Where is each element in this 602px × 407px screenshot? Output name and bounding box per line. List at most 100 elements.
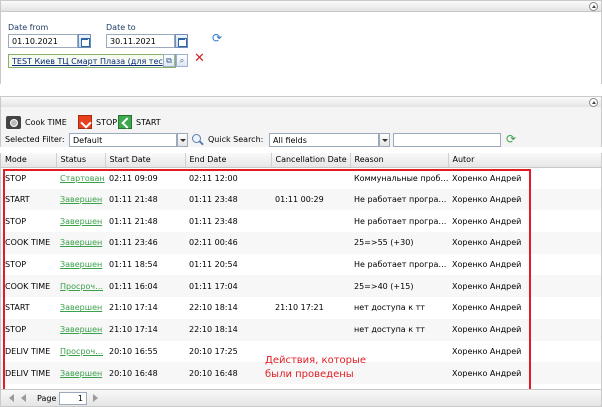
cell-reason: 25=>55 (+30) [350, 232, 448, 254]
cell-status-link[interactable]: Стартован [56, 167, 105, 189]
start-label: START [136, 117, 161, 127]
stop-button[interactable]: STOP [78, 115, 117, 129]
collapse-grid-icon[interactable] [589, 98, 598, 107]
cell-start-date: 01:11 23:46 [105, 232, 185, 254]
cell-mode: DELIV TIME [5, 346, 51, 356]
cell-autor: Хоренко Андрей [448, 362, 601, 384]
table-row[interactable]: STOP Стартован 02:11 09:09 02:11 12:00 К… [1, 167, 601, 189]
cell-mode: STOP [5, 260, 27, 270]
cell-cancellation-date: 21:10 17:21 [275, 303, 324, 313]
prev-page-icon[interactable] [21, 394, 26, 402]
cell-status-link[interactable]: Просроч… [56, 275, 105, 298]
search-go-icon[interactable]: ⟳ [506, 133, 516, 146]
remove-store-icon[interactable]: ✕ [194, 52, 205, 66]
cell-end-date: 20:10 16:48 [185, 362, 271, 384]
cell-end-date: 20:10 17:25 [189, 346, 238, 356]
cell-status-link[interactable]: Завершен [56, 318, 105, 341]
cell-end-date: 01:11 17:04 [185, 275, 271, 298]
table-row[interactable]: STOP Завершен 01:11 21:48 01:11 23:48 Не… [1, 210, 601, 232]
cell-cancellation-date [271, 254, 350, 276]
cell-status-link[interactable]: Просроч… [56, 341, 105, 363]
cell-end-date: 01:11 23:48 [189, 216, 238, 226]
cell-status-link[interactable]: Завершен [56, 188, 105, 211]
cell-status-link[interactable]: Завершен [56, 210, 105, 232]
cell-status-link[interactable]: Завершен [56, 297, 105, 319]
selected-filter-label: Selected Filter: [5, 135, 65, 144]
collapse-filter-icon[interactable] [589, 2, 598, 11]
column-header-start-date[interactable]: Start Date [105, 153, 186, 168]
filter-row: Selected Filter: Default Quick Search: A… [1, 133, 602, 147]
page-number-input[interactable]: 1 [59, 392, 87, 405]
start-icon [118, 115, 132, 129]
cell-status-link[interactable]: Завершен [56, 232, 105, 254]
quick-search-chevron-down-icon[interactable] [379, 133, 390, 147]
copy-store-icon[interactable]: ⧉ [163, 54, 175, 67]
date-from-calendar-icon[interactable] [78, 34, 91, 48]
cell-mode: DELIV TIME [1, 362, 56, 384]
cell-cancellation-date [271, 167, 350, 189]
table-row[interactable]: COOK TIME Завершен 01:11 23:46 02:11 00:… [1, 232, 601, 254]
cell-start-date: 21:10 17:14 [105, 318, 185, 341]
data-table: Mode Status Start Date End Date Cancella… [1, 153, 602, 384]
cell-cancellation-date: 01:11 00:29 [271, 188, 350, 211]
stop-icon [78, 115, 92, 129]
next-page-icon[interactable] [93, 394, 98, 402]
cell-status-link[interactable]: Завершен [56, 254, 105, 276]
date-to-calendar-icon[interactable] [175, 34, 188, 48]
cell-reason: 25=>40 (+15) [350, 275, 448, 298]
selected-filter-chevron-down-icon[interactable] [177, 133, 188, 147]
cell-status-link[interactable]: Завершен [56, 362, 105, 384]
cell-end-date: 01:11 23:48 [185, 188, 271, 211]
selected-filter-select[interactable]: Default [69, 133, 177, 147]
cell-reason: нет доступа к тт [350, 318, 448, 341]
search-store-icon[interactable]: ⌕ [176, 54, 188, 67]
cell-start-date: 01:11 16:04 [105, 275, 185, 298]
first-page-icon[interactable] [9, 394, 14, 402]
cell-mode: START [5, 303, 30, 313]
date-from-input[interactable]: 01.10.2021 [8, 34, 78, 48]
stop-label: STOP [96, 117, 118, 127]
cell-cancellation-date [271, 232, 350, 254]
column-header-mode[interactable]: Mode [1, 153, 57, 168]
cell-autor: Хоренко Андрей [448, 188, 601, 211]
start-button[interactable]: START [118, 115, 161, 129]
filter-panel: Date from 01.10.2021 Date to 30.11.2021 … [0, 12, 602, 84]
cell-reason: Коммунальные проб… [354, 173, 448, 183]
refresh-icon[interactable]: ⟳ [212, 32, 222, 44]
table-row[interactable]: START Завершен 01:11 21:48 01:11 23:48 0… [1, 188, 601, 211]
table-row[interactable]: COOK TIME Просроч… 01:11 16:04 01:11 17:… [1, 275, 601, 298]
cell-autor: Хоренко Андрей [448, 318, 601, 341]
date-to-input[interactable]: 30.11.2021 [106, 34, 175, 48]
cell-mode: COOK TIME [1, 275, 56, 298]
pager: Page 1 [0, 389, 602, 407]
column-header-reason[interactable]: Reason [350, 153, 449, 168]
cell-start-date: 21:10 17:14 [109, 303, 158, 313]
quick-search-label: Quick Search: [208, 135, 264, 144]
column-header-end-date[interactable]: End Date [185, 153, 272, 168]
stopwatch-icon [6, 115, 21, 129]
date-from-label: Date from [8, 23, 49, 32]
column-header-cancellation-date[interactable]: Cancellation Date [271, 153, 351, 168]
column-header-status[interactable]: Status [56, 153, 106, 168]
table-header-row: Mode Status Start Date End Date Cancella… [1, 153, 602, 168]
cell-mode: START [1, 188, 56, 211]
cell-mode: COOK TIME [1, 232, 56, 254]
page-label: Page [37, 394, 57, 403]
column-header-autor[interactable]: Autor [448, 153, 602, 168]
cell-reason: Не работает програ… [354, 216, 447, 226]
table-row[interactable]: STOP Завершен 21:10 17:14 22:10 18:14 не… [1, 318, 601, 341]
quick-search-field-select[interactable]: All fields [269, 133, 379, 147]
filter-panel-header [0, 0, 602, 12]
cook-time-button[interactable]: Cook TIME [6, 115, 67, 129]
cook-time-label: Cook TIME [25, 117, 67, 127]
grid-panel: Cook TIME STOP START Selected Filter: De… [0, 107, 602, 407]
cell-start-date: 01:11 21:48 [105, 188, 185, 211]
quick-search-input[interactable] [393, 133, 501, 147]
store-selector[interactable]: TEST Киев ТЦ Смарт Плаза (для тес [8, 54, 176, 68]
cell-autor: Хоренко Андрей [452, 216, 522, 226]
cell-cancellation-date [271, 210, 350, 232]
table-row[interactable]: START Завершен 21:10 17:14 22:10 18:14 2… [1, 297, 601, 319]
cell-mode: STOP [5, 173, 27, 183]
table-row[interactable]: STOP Завершен 01:11 18:54 01:11 20:54 Не… [1, 254, 601, 276]
search-icon [191, 133, 205, 147]
